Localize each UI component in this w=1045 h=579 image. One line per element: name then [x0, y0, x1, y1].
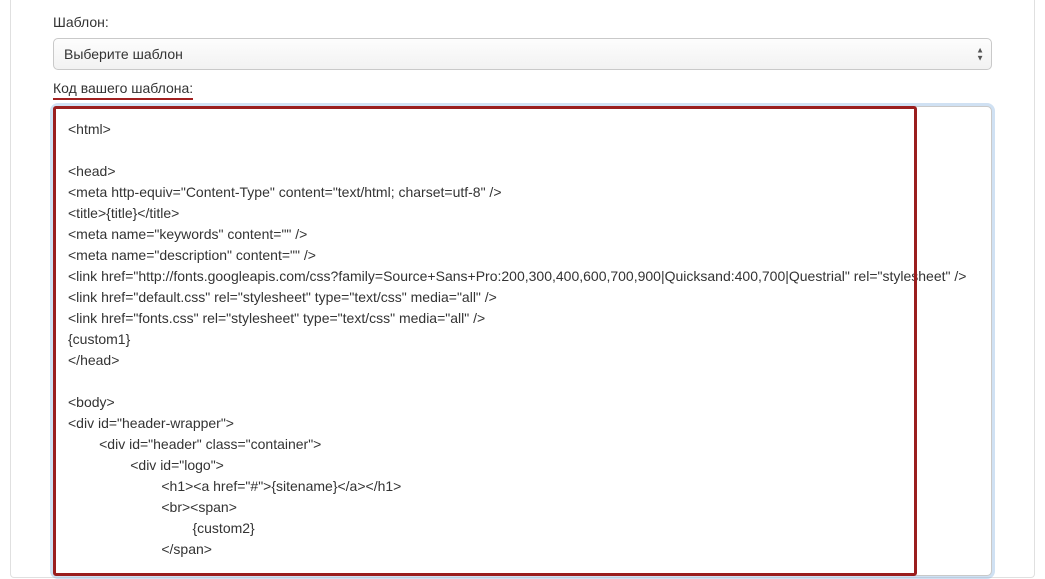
code-label: Код вашего шаблона:: [53, 80, 193, 100]
form-panel: Шаблон: Выберите шаблон ▲▼ Код вашего ша…: [10, 0, 1035, 578]
template-select[interactable]: Выберите шаблон: [53, 38, 992, 70]
template-code-textarea[interactable]: [53, 106, 992, 576]
template-field-group: Шаблон: Выберите шаблон ▲▼: [53, 14, 992, 70]
template-select-wrap: Выберите шаблон ▲▼: [53, 38, 992, 70]
code-field-group: Код вашего шаблона:: [53, 80, 992, 579]
template-label: Шаблон:: [53, 14, 992, 30]
code-area-wrap: [53, 106, 992, 579]
